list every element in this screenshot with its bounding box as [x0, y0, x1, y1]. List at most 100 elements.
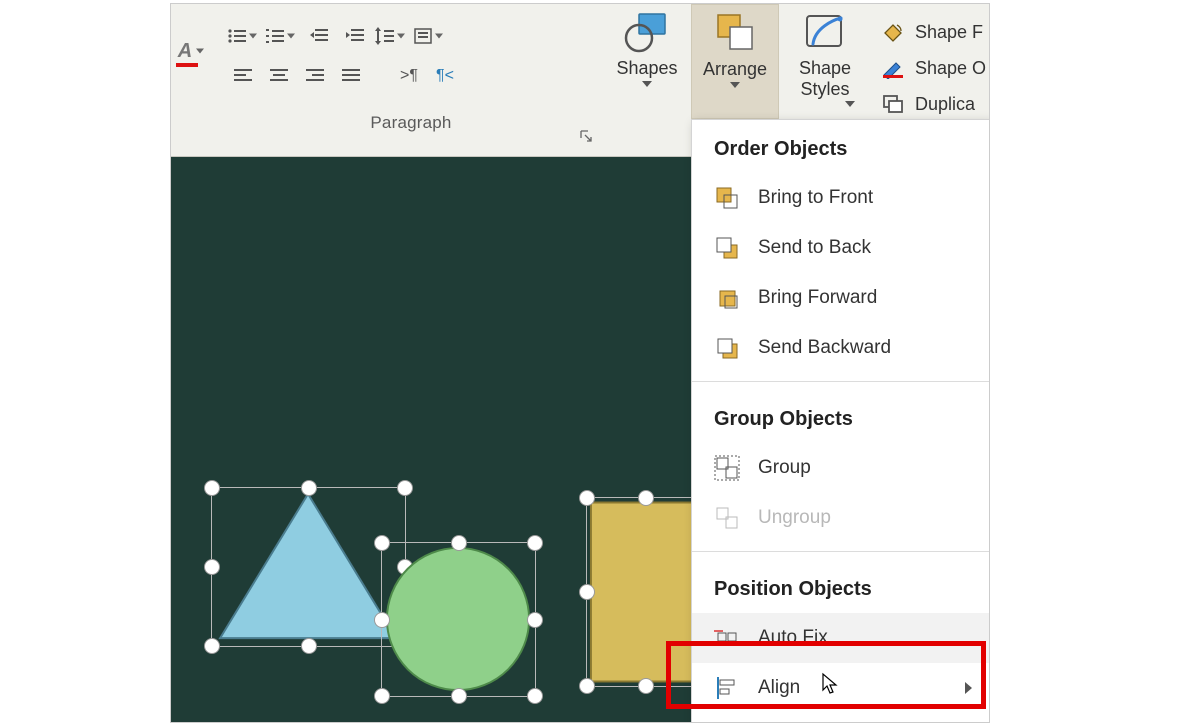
- resize-handle[interactable]: [374, 688, 390, 704]
- send-backward-icon: [714, 335, 740, 361]
- position-objects-header: Position Objects: [692, 560, 990, 613]
- text-direction-icon: [413, 27, 433, 45]
- resize-handle[interactable]: [374, 612, 390, 628]
- duplicate-button[interactable]: Duplica: [881, 86, 986, 122]
- resize-handle[interactable]: [397, 480, 413, 496]
- app-frame: A: [170, 3, 990, 723]
- shapes-icon: [623, 10, 671, 54]
- paragraph-dialog-launcher[interactable]: [576, 126, 596, 146]
- resize-handle[interactable]: [301, 480, 317, 496]
- rtl-button[interactable]: ¶<: [428, 59, 462, 93]
- bullets-button[interactable]: [226, 19, 262, 53]
- selected-shape-circle[interactable]: [381, 542, 536, 697]
- resize-handle[interactable]: [451, 535, 467, 551]
- ungroup-item: Ungroup: [692, 493, 990, 543]
- bring-to-front-item[interactable]: Bring to Front: [692, 173, 990, 223]
- justify-icon: [341, 68, 361, 84]
- shapes-button[interactable]: Shapes: [603, 4, 691, 119]
- font-color-icon: A: [178, 40, 192, 63]
- resize-handle[interactable]: [527, 612, 543, 628]
- menu-label: Send Backward: [758, 337, 891, 359]
- group-item[interactable]: Group: [692, 443, 990, 493]
- send-backward-item[interactable]: Send Backward: [692, 323, 990, 373]
- arrange-icon: [712, 11, 758, 55]
- bring-forward-icon: [714, 285, 740, 311]
- paragraph-group: >¶ ¶< Paragraph: [226, 19, 596, 133]
- bring-forward-item[interactable]: Bring Forward: [692, 273, 990, 323]
- arrange-button[interactable]: Arrange: [691, 4, 779, 119]
- text-direction-button[interactable]: [412, 19, 448, 53]
- send-to-back-icon: [714, 235, 740, 261]
- bullets-icon: [227, 28, 247, 44]
- resize-handle[interactable]: [579, 584, 595, 600]
- align-right-button[interactable]: [298, 59, 332, 93]
- chevron-down-icon: [730, 82, 740, 88]
- resize-handle[interactable]: [204, 480, 220, 496]
- selected-shape-rectangle[interactable]: [586, 497, 706, 687]
- rectangle-shape: [587, 498, 705, 686]
- dialog-launcher-icon: [579, 129, 593, 143]
- menu-label: Auto Fix: [758, 627, 828, 649]
- shape-fill-label: Shape F: [915, 22, 983, 43]
- shape-format-group: Shape F Shape O Duplica: [881, 14, 986, 122]
- align-left-button[interactable]: [226, 59, 260, 93]
- group-icon: [714, 455, 740, 481]
- submenu-arrow-icon: [965, 682, 972, 694]
- resize-handle[interactable]: [638, 678, 654, 694]
- line-spacing-icon: [375, 27, 395, 45]
- menu-label: Send to Back: [758, 237, 871, 259]
- menu-separator: [692, 381, 990, 382]
- shape-outline-button[interactable]: Shape O: [881, 50, 986, 86]
- circle-shape: [382, 543, 535, 696]
- align-icon: [714, 675, 740, 701]
- decrease-indent-button[interactable]: [302, 19, 336, 53]
- align-item[interactable]: Align: [692, 663, 990, 713]
- menu-label: Ungroup: [758, 507, 831, 529]
- group-objects-header: Group Objects: [692, 390, 990, 443]
- resize-handle[interactable]: [638, 490, 654, 506]
- ltr-icon: >¶: [400, 67, 418, 85]
- bring-to-front-icon: [714, 185, 740, 211]
- resize-handle[interactable]: [204, 559, 220, 575]
- resize-handle[interactable]: [579, 678, 595, 694]
- resize-handle[interactable]: [204, 638, 220, 654]
- decrease-indent-icon: [309, 28, 329, 44]
- ltr-button[interactable]: >¶: [392, 59, 426, 93]
- align-right-icon: [305, 68, 325, 84]
- menu-label: Bring Forward: [758, 287, 877, 309]
- align-center-button[interactable]: [262, 59, 296, 93]
- resize-handle[interactable]: [374, 535, 390, 551]
- shape-fill-icon: [881, 21, 905, 43]
- menu-separator: [692, 551, 990, 552]
- order-objects-header: Order Objects: [692, 120, 990, 173]
- align-center-icon: [269, 68, 289, 84]
- resize-handle[interactable]: [527, 535, 543, 551]
- shape-styles-label: Shape Styles: [779, 58, 871, 99]
- duplicate-icon: [881, 93, 905, 115]
- shape-fill-button[interactable]: Shape F: [881, 14, 986, 50]
- shape-styles-button[interactable]: Shape Styles: [779, 4, 871, 119]
- shapes-label: Shapes: [616, 58, 677, 79]
- resize-handle[interactable]: [527, 688, 543, 704]
- rtl-icon: ¶<: [436, 67, 454, 85]
- resize-handle[interactable]: [301, 638, 317, 654]
- ungroup-icon: [714, 505, 740, 531]
- paragraph-label: Paragraph: [226, 113, 596, 133]
- justify-button[interactable]: [334, 59, 368, 93]
- send-to-back-item[interactable]: Send to Back: [692, 223, 990, 273]
- numbering-icon: [265, 28, 285, 44]
- resize-handle[interactable]: [451, 688, 467, 704]
- shape-outline-label: Shape O: [915, 58, 986, 79]
- increase-indent-icon: [345, 28, 365, 44]
- font-color-button[interactable]: A: [175, 34, 209, 68]
- resize-handle[interactable]: [579, 490, 595, 506]
- increase-indent-button[interactable]: [338, 19, 372, 53]
- numbering-button[interactable]: [264, 19, 300, 53]
- shape-styles-icon: [801, 10, 849, 54]
- auto-fix-icon: [714, 625, 740, 651]
- duplicate-label: Duplica: [915, 94, 975, 115]
- chevron-down-icon: [642, 81, 652, 87]
- shape-outline-icon: [881, 57, 905, 79]
- auto-fix-item[interactable]: Auto Fix: [692, 613, 990, 663]
- line-spacing-button[interactable]: [374, 19, 410, 53]
